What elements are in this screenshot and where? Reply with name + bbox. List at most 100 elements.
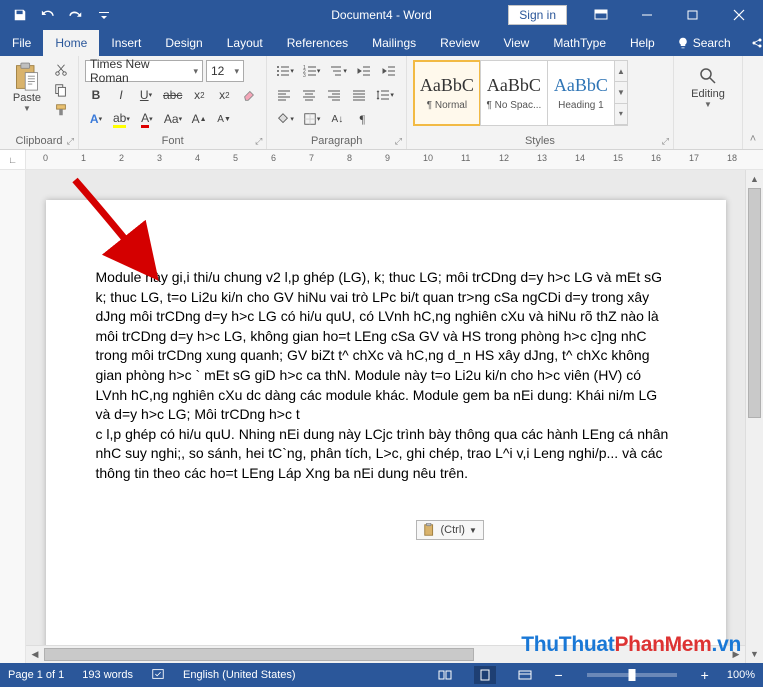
clipboard-launcher-icon[interactable]: ⤢	[67, 136, 74, 147]
numbering-button[interactable]: 123▾	[300, 60, 324, 82]
show-marks-button[interactable]: ¶	[351, 108, 373, 130]
sort-button[interactable]: A↓	[326, 108, 348, 130]
grow-font-button[interactable]: A▲	[188, 108, 210, 130]
qat-customize-icon[interactable]	[92, 3, 116, 27]
font-launcher-icon[interactable]: ⤢	[255, 136, 262, 147]
justify-button[interactable]	[348, 84, 370, 106]
borders-icon	[303, 112, 317, 126]
highlight-button[interactable]: ab▾	[110, 108, 133, 130]
paste-options-button[interactable]: (Ctrl) ▼	[416, 520, 484, 540]
tab-review[interactable]: Review	[428, 30, 491, 56]
text-effects-button[interactable]: A▾	[85, 108, 107, 130]
tab-file[interactable]: File	[0, 30, 43, 56]
strikethrough-button[interactable]: abc	[160, 84, 185, 106]
shading-icon	[276, 112, 290, 126]
ruler-vertical[interactable]	[0, 170, 26, 663]
status-page[interactable]: Page 1 of 1	[8, 669, 64, 681]
tab-selector[interactable]: ∟	[0, 150, 26, 169]
close-icon[interactable]	[717, 1, 761, 29]
ruler-horizontal[interactable]: ∟ 0123456789101112131415161718	[0, 150, 763, 170]
zoom-slider-thumb[interactable]	[628, 669, 635, 681]
document-body[interactable]: Module này gi,i thi/u chung v2 l,p ghép …	[96, 268, 676, 484]
style-no-spacing[interactable]: AaBbC ¶ No Spac...	[480, 60, 548, 126]
zoom-level[interactable]: 100%	[727, 669, 755, 681]
paragraph-launcher-icon[interactable]: ⤢	[395, 136, 402, 147]
search-label: Search	[693, 36, 731, 50]
scroll-thumb[interactable]	[748, 188, 761, 418]
line-spacing-button[interactable]: ▾	[373, 84, 397, 106]
minimize-icon[interactable]	[625, 1, 669, 29]
view-print-layout-icon[interactable]	[474, 666, 496, 684]
annotation-arrow	[60, 170, 170, 290]
cut-button[interactable]	[50, 60, 72, 80]
ribbon-tabs: File Home Insert Design Layout Reference…	[0, 30, 763, 56]
tab-insert[interactable]: Insert	[99, 30, 153, 56]
editing-button[interactable]: Editing ▼	[680, 60, 736, 109]
align-left-button[interactable]	[273, 84, 295, 106]
align-right-button[interactable]	[323, 84, 345, 106]
save-icon[interactable]	[8, 3, 32, 27]
hscroll-left-icon[interactable]: ◀	[26, 646, 44, 663]
tab-home[interactable]: Home	[43, 30, 99, 56]
font-name-combo[interactable]: Times New Roman▾	[85, 60, 203, 82]
italic-button[interactable]: I	[110, 84, 132, 106]
scroll-up-icon[interactable]: ▲	[746, 170, 763, 188]
underline-button[interactable]: U▾	[135, 84, 157, 106]
copy-button[interactable]	[50, 80, 72, 100]
paragraph-2[interactable]: c l,p ghép có hi/u quU. Nhing nEi dung n…	[96, 425, 676, 484]
paragraph-group-label: Paragraph	[311, 135, 362, 147]
zoom-out-button[interactable]: −	[554, 667, 562, 683]
vertical-scrollbar[interactable]: ▲ ▼	[745, 170, 763, 663]
zoom-in-button[interactable]: +	[701, 667, 709, 683]
hscroll-thumb[interactable]	[44, 648, 474, 661]
paragraph-1[interactable]: Module này gi,i thi/u chung v2 l,p ghép …	[96, 268, 676, 425]
redo-icon[interactable]	[64, 3, 88, 27]
tab-layout[interactable]: Layout	[215, 30, 275, 56]
font-group-label: Font	[162, 135, 184, 147]
borders-button[interactable]: ▾	[300, 108, 324, 130]
change-case-button[interactable]: Aa▾	[161, 108, 185, 130]
view-web-layout-icon[interactable]	[514, 666, 536, 684]
undo-icon[interactable]	[36, 3, 60, 27]
paste-button[interactable]: Paste ▼	[6, 60, 48, 120]
style-normal[interactable]: AaBbC ¶ Normal	[413, 60, 481, 126]
font-size-combo[interactable]: 12▾	[206, 60, 244, 82]
collapse-ribbon-icon[interactable]: ˄	[743, 56, 763, 149]
bullets-icon	[276, 65, 290, 77]
status-bar: Page 1 of 1 193 words English (United St…	[0, 663, 763, 687]
group-clipboard: Paste ▼ Clipboard⤢	[0, 56, 79, 149]
styles-launcher-icon[interactable]: ⤢	[662, 136, 669, 147]
style-heading1[interactable]: AaBbC Heading 1	[547, 60, 615, 126]
shrink-font-button[interactable]: A▼	[213, 108, 235, 130]
tab-mailings[interactable]: Mailings	[360, 30, 428, 56]
tab-view[interactable]: View	[492, 30, 542, 56]
ribbon-display-options-icon[interactable]	[579, 1, 623, 29]
subscript-button[interactable]: x2	[188, 84, 210, 106]
shading-button[interactable]: ▾	[273, 108, 297, 130]
superscript-button[interactable]: x2	[213, 84, 235, 106]
decrease-indent-button[interactable]	[353, 60, 375, 82]
status-language[interactable]: English (United States)	[183, 669, 296, 681]
zoom-slider[interactable]	[587, 673, 677, 677]
sign-in-button[interactable]: Sign in	[508, 5, 567, 25]
share-button[interactable]: Share	[741, 30, 763, 56]
styles-gallery-more[interactable]: ▲▼▾	[614, 60, 628, 126]
increase-indent-button[interactable]	[378, 60, 400, 82]
multilevel-list-button[interactable]: ▾	[326, 60, 350, 82]
format-painter-button[interactable]	[50, 100, 72, 120]
bold-button[interactable]: B	[85, 84, 107, 106]
tab-design[interactable]: Design	[153, 30, 214, 56]
align-center-button[interactable]	[298, 84, 320, 106]
maximize-icon[interactable]	[671, 1, 715, 29]
tab-mathtype[interactable]: MathType	[541, 30, 618, 56]
clear-formatting-button[interactable]	[238, 84, 260, 106]
bullets-button[interactable]: ▾	[273, 60, 297, 82]
view-read-mode-icon[interactable]	[434, 666, 456, 684]
scroll-down-icon[interactable]: ▼	[746, 645, 763, 663]
font-color-button[interactable]: A▾	[136, 108, 158, 130]
tab-references[interactable]: References	[275, 30, 360, 56]
status-words[interactable]: 193 words	[82, 669, 133, 681]
tab-help[interactable]: Help	[618, 30, 667, 56]
search-button[interactable]: Search	[667, 30, 741, 56]
status-proofing-icon[interactable]	[151, 667, 165, 684]
